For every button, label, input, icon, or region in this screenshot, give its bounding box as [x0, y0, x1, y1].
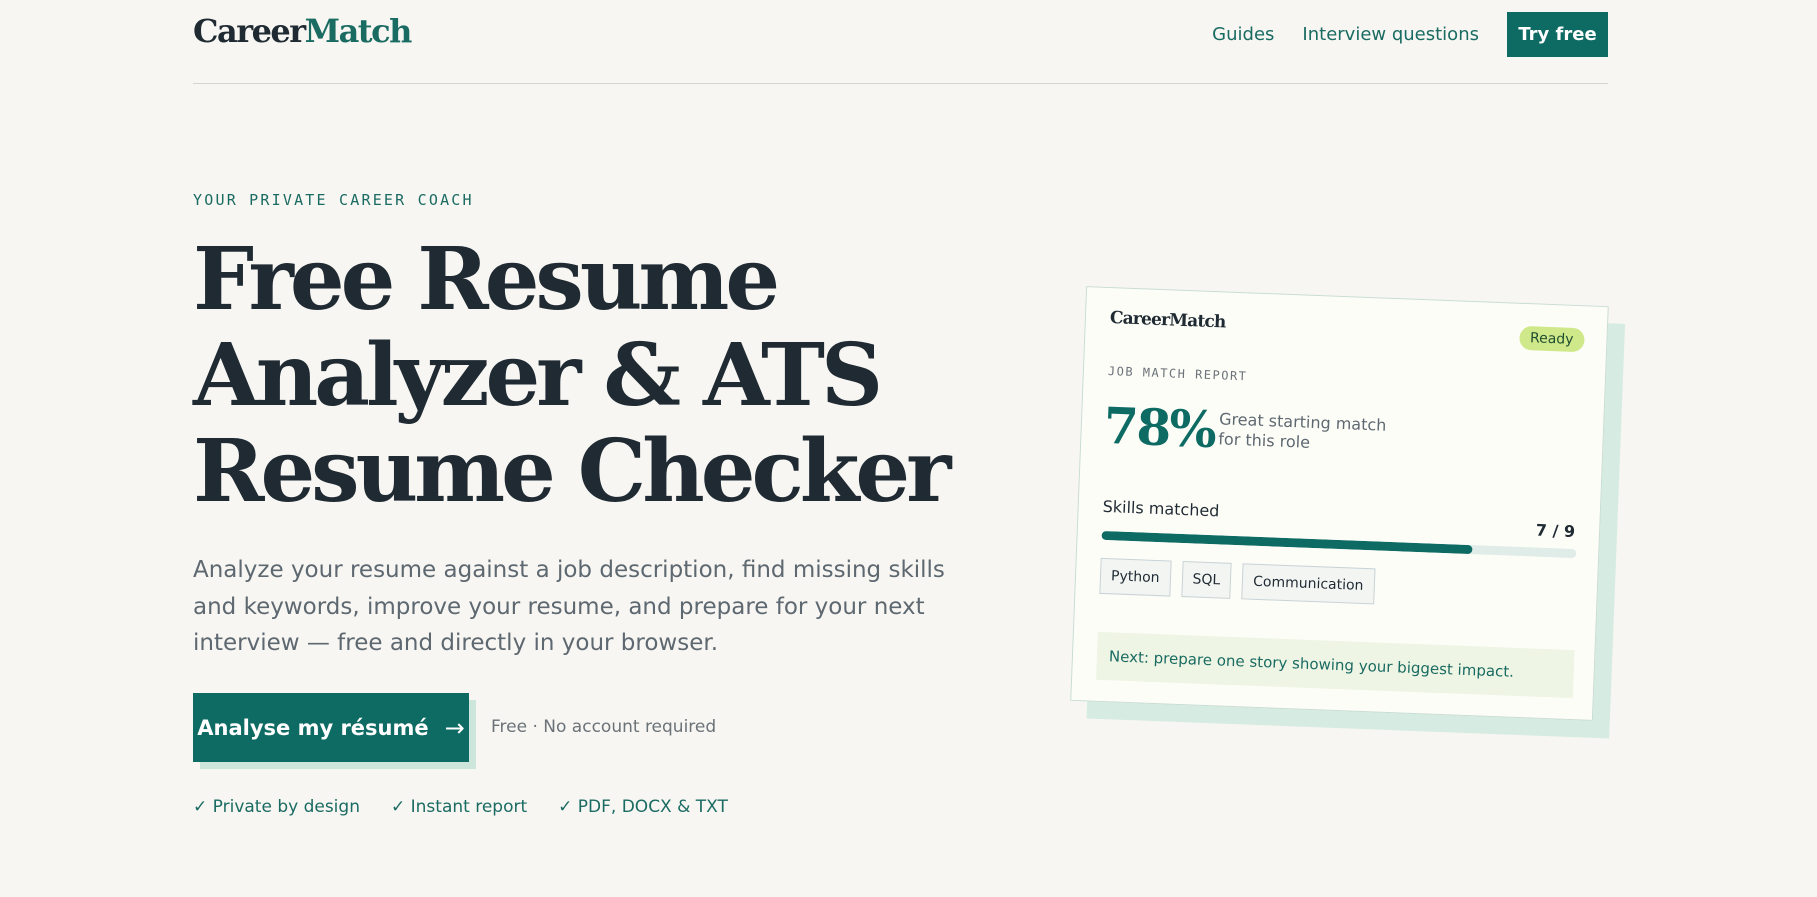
report-card-preview: CareerMatch Ready JOB MATCH REPORT 78% G… — [1070, 286, 1626, 739]
nav-link-guides[interactable]: Guides — [1212, 24, 1274, 45]
feature-private: ✓ Private by design — [193, 797, 360, 817]
skills-progress-fill — [1101, 530, 1473, 555]
hero-eyebrow: YOUR PRIVATE CAREER COACH — [193, 191, 474, 209]
hero-description: Analyze your resume against a job descri… — [193, 557, 945, 656]
match-score-description: Great starting match for this role — [1218, 409, 1387, 452]
skills-matched-count: 7 / 9 — [1535, 520, 1576, 542]
main-nav: Guides Interview questions Try free — [1212, 12, 1608, 57]
card-logo: CareerMatch — [1109, 308, 1226, 333]
analyse-resume-label: Analyse my résumé — [197, 715, 429, 740]
logo[interactable]: CareerMatch — [193, 12, 413, 50]
skills-progress-bar — [1101, 530, 1577, 559]
hero-title-line: Resume Checker — [193, 421, 951, 522]
arrow-right-icon: → — [444, 713, 465, 742]
report-card: CareerMatch Ready JOB MATCH REPORT 78% G… — [1070, 286, 1609, 721]
skill-chips: Python SQL Communication — [1099, 557, 1386, 605]
hero-title-line: Free Resume — [193, 229, 780, 330]
try-free-button[interactable]: Try free — [1507, 12, 1608, 57]
hero-title: Free Resume Analyzer & ATS Resume Checke… — [193, 232, 973, 520]
site-header: CareerMatch Guides Interview questions T… — [193, 0, 1608, 84]
skill-chip-communication: Communication — [1241, 563, 1376, 605]
feature-list: ✓ Private by design ✓ Instant report ✓ P… — [193, 797, 759, 817]
skills-matched-label: Skills matched — [1102, 496, 1220, 521]
status-badge: Ready — [1518, 325, 1585, 353]
cta-note: Free · No account required — [491, 717, 717, 737]
logo-text-accent: Match — [304, 12, 413, 50]
skill-chip-sql: SQL — [1180, 561, 1232, 599]
feature-file-formats: ✓ PDF, DOCX & TXT — [558, 797, 728, 817]
skill-chip-python: Python — [1099, 557, 1172, 597]
analyse-resume-button[interactable]: Analyse my résumé → — [193, 693, 469, 762]
hero-title-line: Analyzer & ATS — [193, 325, 883, 426]
nav-link-interview-questions[interactable]: Interview questions — [1302, 24, 1479, 45]
match-score: 78% — [1102, 395, 1216, 460]
report-label: JOB MATCH REPORT — [1107, 364, 1248, 384]
next-step-note: Next: prepare one story showing your big… — [1096, 631, 1575, 699]
logo-text-primary: Career — [193, 12, 306, 50]
feature-instant-report: ✓ Instant report — [390, 797, 528, 817]
